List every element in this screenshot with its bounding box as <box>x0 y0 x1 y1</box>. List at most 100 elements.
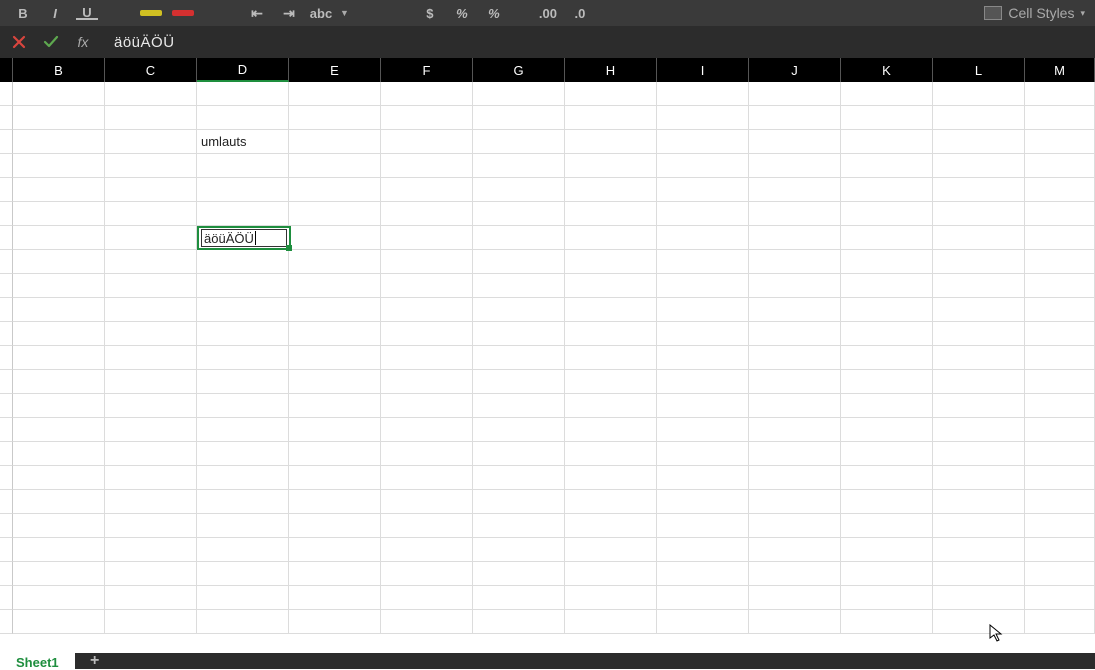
cell[interactable] <box>473 346 565 370</box>
cell[interactable] <box>565 490 657 514</box>
cell[interactable] <box>473 178 565 202</box>
cell[interactable] <box>841 610 933 634</box>
cell[interactable] <box>933 442 1025 466</box>
cell[interactable] <box>749 394 841 418</box>
cell[interactable] <box>933 82 1025 106</box>
cell[interactable] <box>565 250 657 274</box>
cell[interactable] <box>1025 130 1095 154</box>
cell[interactable] <box>473 250 565 274</box>
cell[interactable] <box>105 154 197 178</box>
cell[interactable] <box>841 394 933 418</box>
row-header[interactable] <box>0 130 13 154</box>
cell[interactable] <box>1025 202 1095 226</box>
cell[interactable] <box>13 274 105 298</box>
cell[interactable] <box>289 490 381 514</box>
cell[interactable] <box>841 82 933 106</box>
cell[interactable] <box>197 538 289 562</box>
cell[interactable] <box>933 562 1025 586</box>
cell[interactable] <box>1025 178 1095 202</box>
cell[interactable] <box>841 370 933 394</box>
cell[interactable] <box>749 370 841 394</box>
corner-spacer[interactable] <box>0 58 13 82</box>
cell[interactable] <box>381 562 473 586</box>
cell[interactable] <box>197 442 289 466</box>
cell[interactable] <box>473 274 565 298</box>
cell[interactable] <box>841 466 933 490</box>
add-sheet-button[interactable]: + <box>75 652 115 670</box>
row-header[interactable] <box>0 370 13 394</box>
row-header[interactable] <box>0 178 13 202</box>
cell[interactable] <box>565 154 657 178</box>
cell[interactable] <box>197 514 289 538</box>
cell[interactable] <box>381 82 473 106</box>
cell[interactable] <box>657 418 749 442</box>
cell[interactable] <box>565 442 657 466</box>
spreadsheet-grid[interactable]: B C D E F G H I J K L M umlauts äöüÄÖÜ <box>0 58 1095 653</box>
col-header-M[interactable]: M <box>1025 58 1095 82</box>
cell[interactable] <box>841 250 933 274</box>
cell[interactable] <box>473 610 565 634</box>
cell[interactable] <box>841 274 933 298</box>
cell[interactable] <box>841 202 933 226</box>
cell[interactable] <box>657 130 749 154</box>
row-header[interactable] <box>0 82 13 106</box>
cell[interactable] <box>381 346 473 370</box>
cell[interactable] <box>105 130 197 154</box>
col-header-E[interactable]: E <box>289 58 381 82</box>
col-header-F[interactable]: F <box>381 58 473 82</box>
cell[interactable] <box>13 490 105 514</box>
cell[interactable] <box>565 370 657 394</box>
cell[interactable] <box>933 466 1025 490</box>
cell[interactable] <box>565 562 657 586</box>
cell[interactable] <box>657 346 749 370</box>
cell[interactable] <box>381 442 473 466</box>
cell[interactable] <box>105 274 197 298</box>
cell[interactable] <box>933 610 1025 634</box>
cell[interactable] <box>565 130 657 154</box>
cell[interactable] <box>565 610 657 634</box>
cell[interactable] <box>13 130 105 154</box>
cell[interactable] <box>105 586 197 610</box>
cell[interactable] <box>933 514 1025 538</box>
cell[interactable] <box>933 274 1025 298</box>
cell[interactable] <box>565 202 657 226</box>
cell[interactable] <box>105 490 197 514</box>
sheet-tab-active[interactable]: Sheet1 <box>0 653 75 669</box>
cell[interactable] <box>565 394 657 418</box>
row-header[interactable] <box>0 106 13 130</box>
cell[interactable] <box>565 514 657 538</box>
cell[interactable] <box>197 490 289 514</box>
cell[interactable] <box>657 178 749 202</box>
cell[interactable] <box>289 514 381 538</box>
cell[interactable] <box>197 610 289 634</box>
cell[interactable] <box>105 538 197 562</box>
cell[interactable] <box>565 178 657 202</box>
cell[interactable] <box>565 538 657 562</box>
cell[interactable] <box>473 490 565 514</box>
cell[interactable] <box>105 298 197 322</box>
cell[interactable] <box>381 202 473 226</box>
cell[interactable] <box>289 274 381 298</box>
cell[interactable] <box>381 466 473 490</box>
cell[interactable] <box>933 538 1025 562</box>
cell[interactable] <box>749 226 841 250</box>
cell[interactable] <box>657 82 749 106</box>
cell[interactable] <box>289 82 381 106</box>
cell[interactable] <box>105 418 197 442</box>
cell[interactable] <box>1025 82 1095 106</box>
cell[interactable] <box>933 586 1025 610</box>
italic-button[interactable]: I <box>42 3 68 23</box>
cell[interactable] <box>841 346 933 370</box>
cell[interactable] <box>289 394 381 418</box>
cell[interactable] <box>657 538 749 562</box>
cell[interactable] <box>565 322 657 346</box>
cell[interactable] <box>473 82 565 106</box>
accept-edit-button[interactable] <box>40 31 62 53</box>
cell[interactable] <box>289 178 381 202</box>
text-orientation-button[interactable]: abc <box>308 3 334 23</box>
cell[interactable] <box>749 490 841 514</box>
cell[interactable] <box>473 466 565 490</box>
row-header[interactable] <box>0 418 13 442</box>
cell[interactable] <box>933 418 1025 442</box>
cell[interactable] <box>657 322 749 346</box>
